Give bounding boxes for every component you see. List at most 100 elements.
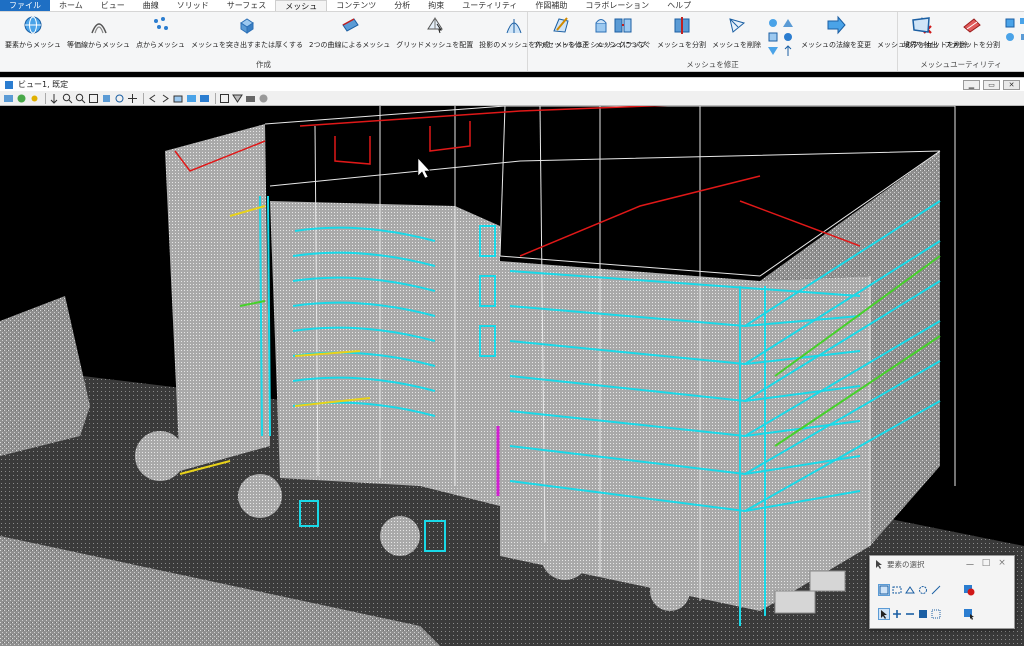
split-mesh-button[interactable]: メッシュを分割 xyxy=(654,15,709,50)
contour-mesh-icon xyxy=(89,15,109,35)
flip-normals-icon[interactable] xyxy=(782,45,794,57)
ribbon-group-modify-label: メッシュを修正 xyxy=(686,60,739,69)
tab-collaboration[interactable]: コラボレーション xyxy=(576,0,658,11)
split-facets-button[interactable]: ファセットを分割 xyxy=(941,15,1003,50)
element-selection-panel: 要素の選択 ー □ × xyxy=(869,555,1021,629)
line-select-icon[interactable] xyxy=(930,584,942,596)
next-view-icon[interactable] xyxy=(160,93,171,104)
split-facets-label: ファセットを分割 xyxy=(944,41,1000,49)
ribbon-group-utility-label: メッシュユーティリティ xyxy=(920,60,1002,69)
tab-file[interactable]: ファイル xyxy=(0,0,50,11)
view-attributes-icon[interactable] xyxy=(3,93,14,104)
tab-analysis[interactable]: 分析 xyxy=(385,0,419,11)
mesh-info-icon[interactable] xyxy=(1004,31,1016,43)
zoom-out-icon[interactable] xyxy=(75,93,86,104)
view-restore-button[interactable]: ▭ xyxy=(983,80,1000,90)
lighting-icon[interactable] xyxy=(29,93,40,104)
clear-selection-icon[interactable] xyxy=(963,584,975,596)
smooth-mesh-icon[interactable] xyxy=(767,17,779,29)
tab-home[interactable]: ホーム xyxy=(50,0,92,11)
join-mesh-button[interactable]: メッシュにつなぐ xyxy=(592,15,654,50)
edit-facet-button[interactable]: ファセットを修正 xyxy=(530,15,592,50)
left-tower xyxy=(165,124,270,471)
change-mesh-normals-label: メッシュの法線を変更 xyxy=(801,41,871,49)
copy-view-icon[interactable] xyxy=(173,93,184,104)
place-grid-mesh-label: グリッドメッシュを配置 xyxy=(396,41,474,49)
grid-mesh-icon xyxy=(425,15,445,35)
extrude-mesh-icon xyxy=(237,15,257,35)
tab-solids[interactable]: ソリッド xyxy=(168,0,218,11)
subtract-mode-icon[interactable] xyxy=(904,608,916,620)
clip-mask-icon[interactable] xyxy=(232,93,243,104)
update-view-icon[interactable] xyxy=(49,93,60,104)
view-minimize-button[interactable]: ▁ xyxy=(963,80,980,90)
tab-view[interactable]: ビュー xyxy=(92,0,134,11)
reduce-mesh-icon[interactable] xyxy=(767,45,779,57)
invert-mode-icon[interactable] xyxy=(917,608,929,620)
display-style-icon[interactable] xyxy=(16,93,27,104)
tab-mesh[interactable]: メッシュ xyxy=(275,0,328,11)
tab-drawing-aids[interactable]: 作図補助 xyxy=(526,0,576,11)
mesh-two-curves-button[interactable]: 2つの曲線によるメッシュ xyxy=(306,15,393,50)
ribbon-tab-bar: ファイル ホーム ビュー 曲線 ソリッド サーフェス メッシュ コンテンツ 分析… xyxy=(0,0,1024,12)
panel-minimize-button[interactable]: ー xyxy=(962,558,978,571)
delete-mesh-button[interactable]: メッシュを削除 xyxy=(709,15,764,50)
tab-help[interactable]: ヘルプ xyxy=(658,0,700,11)
change-mesh-normals-button[interactable]: メッシュの法線を変更 xyxy=(798,15,874,50)
view-window-icon xyxy=(5,80,13,89)
mesh-from-contours-button[interactable]: 等価線からメッシュ xyxy=(64,15,133,50)
standard-view-icon[interactable] xyxy=(199,93,210,104)
mesh-from-element-label: 要素からメッシュ xyxy=(5,41,61,49)
select-all-icon[interactable] xyxy=(963,608,975,620)
extrude-thicken-mesh-label: メッシュを突き出すまたは厚くする xyxy=(191,41,303,49)
decimate-mesh-icon[interactable] xyxy=(782,17,794,29)
ribbon-group-create: 要素からメッシュ 等価線からメッシュ 点からメッシュ メッシュを突き出すまたは厚… xyxy=(0,12,646,71)
view-window-title: ビュー1, 既定 xyxy=(18,80,69,89)
extract-boundary-button[interactable]: 境界を抽出 xyxy=(900,15,941,50)
tab-utilities[interactable]: ユーティリティ xyxy=(453,0,526,11)
previous-view-icon[interactable] xyxy=(147,93,158,104)
extrude-thicken-mesh-button[interactable]: メッシュを突き出すまたは厚くする xyxy=(188,15,306,50)
pan-view-icon[interactable] xyxy=(127,93,138,104)
tab-curves[interactable]: 曲線 xyxy=(134,0,168,11)
cube-tool-icon[interactable] xyxy=(1004,17,1016,29)
chevron-down-icon[interactable] xyxy=(1012,608,1024,620)
place-grid-mesh-button[interactable]: グリッドメッシュを配置 xyxy=(393,15,476,50)
panel-maximize-button[interactable]: □ xyxy=(978,558,994,571)
ribbon-group-modify-mesh: ファセットを修正 メッシュにつなぐ メッシュを分割 メッシュを削除 メッシュの法… xyxy=(528,12,968,71)
view-close-button[interactable]: ✕ xyxy=(1003,80,1020,90)
cleanup-mesh-icon[interactable] xyxy=(782,31,794,43)
render-icon[interactable] xyxy=(258,93,269,104)
pointer-select-icon[interactable] xyxy=(878,608,890,620)
mesh-stats-icon[interactable] xyxy=(1019,31,1024,43)
clip-volume-icon[interactable] xyxy=(219,93,230,104)
tab-constraints[interactable]: 拘束 xyxy=(419,0,453,11)
projection-mesh-icon xyxy=(504,15,524,35)
clear-mode-icon[interactable] xyxy=(930,608,942,620)
shape-select-icon[interactable] xyxy=(904,584,916,596)
mesh-from-element-button[interactable]: 要素からメッシュ xyxy=(2,15,64,50)
camera-icon[interactable] xyxy=(245,93,256,104)
add-mode-icon[interactable] xyxy=(891,608,903,620)
points-mesh-icon xyxy=(151,15,171,35)
zoom-in-icon[interactable] xyxy=(62,93,73,104)
two-curve-mesh-icon xyxy=(340,15,360,35)
neighbor-building xyxy=(0,296,90,456)
block-select-icon[interactable] xyxy=(891,584,903,596)
mouse-cursor xyxy=(417,157,431,179)
ribbon: 要素からメッシュ 等価線からメッシュ 点からメッシュ メッシュを突き出すまたは厚… xyxy=(0,12,1024,72)
fill-holes-icon[interactable] xyxy=(767,31,779,43)
circle-select-icon[interactable] xyxy=(917,584,929,596)
cube-stack-icon[interactable] xyxy=(1019,17,1024,29)
split-mesh-label: メッシュを分割 xyxy=(657,41,706,49)
globe-mesh-icon xyxy=(23,15,43,35)
mesh-from-points-button[interactable]: 点からメッシュ xyxy=(133,15,188,50)
rotate-view-icon[interactable] xyxy=(114,93,125,104)
view-rotation-icon[interactable] xyxy=(186,93,197,104)
fit-view-icon[interactable] xyxy=(101,93,112,104)
tab-content[interactable]: コンテンツ xyxy=(327,0,385,11)
individual-select-icon[interactable] xyxy=(878,584,890,596)
window-area-icon[interactable] xyxy=(88,93,99,104)
tab-surfaces[interactable]: サーフェス xyxy=(218,0,276,11)
panel-close-button[interactable]: × xyxy=(994,558,1010,571)
